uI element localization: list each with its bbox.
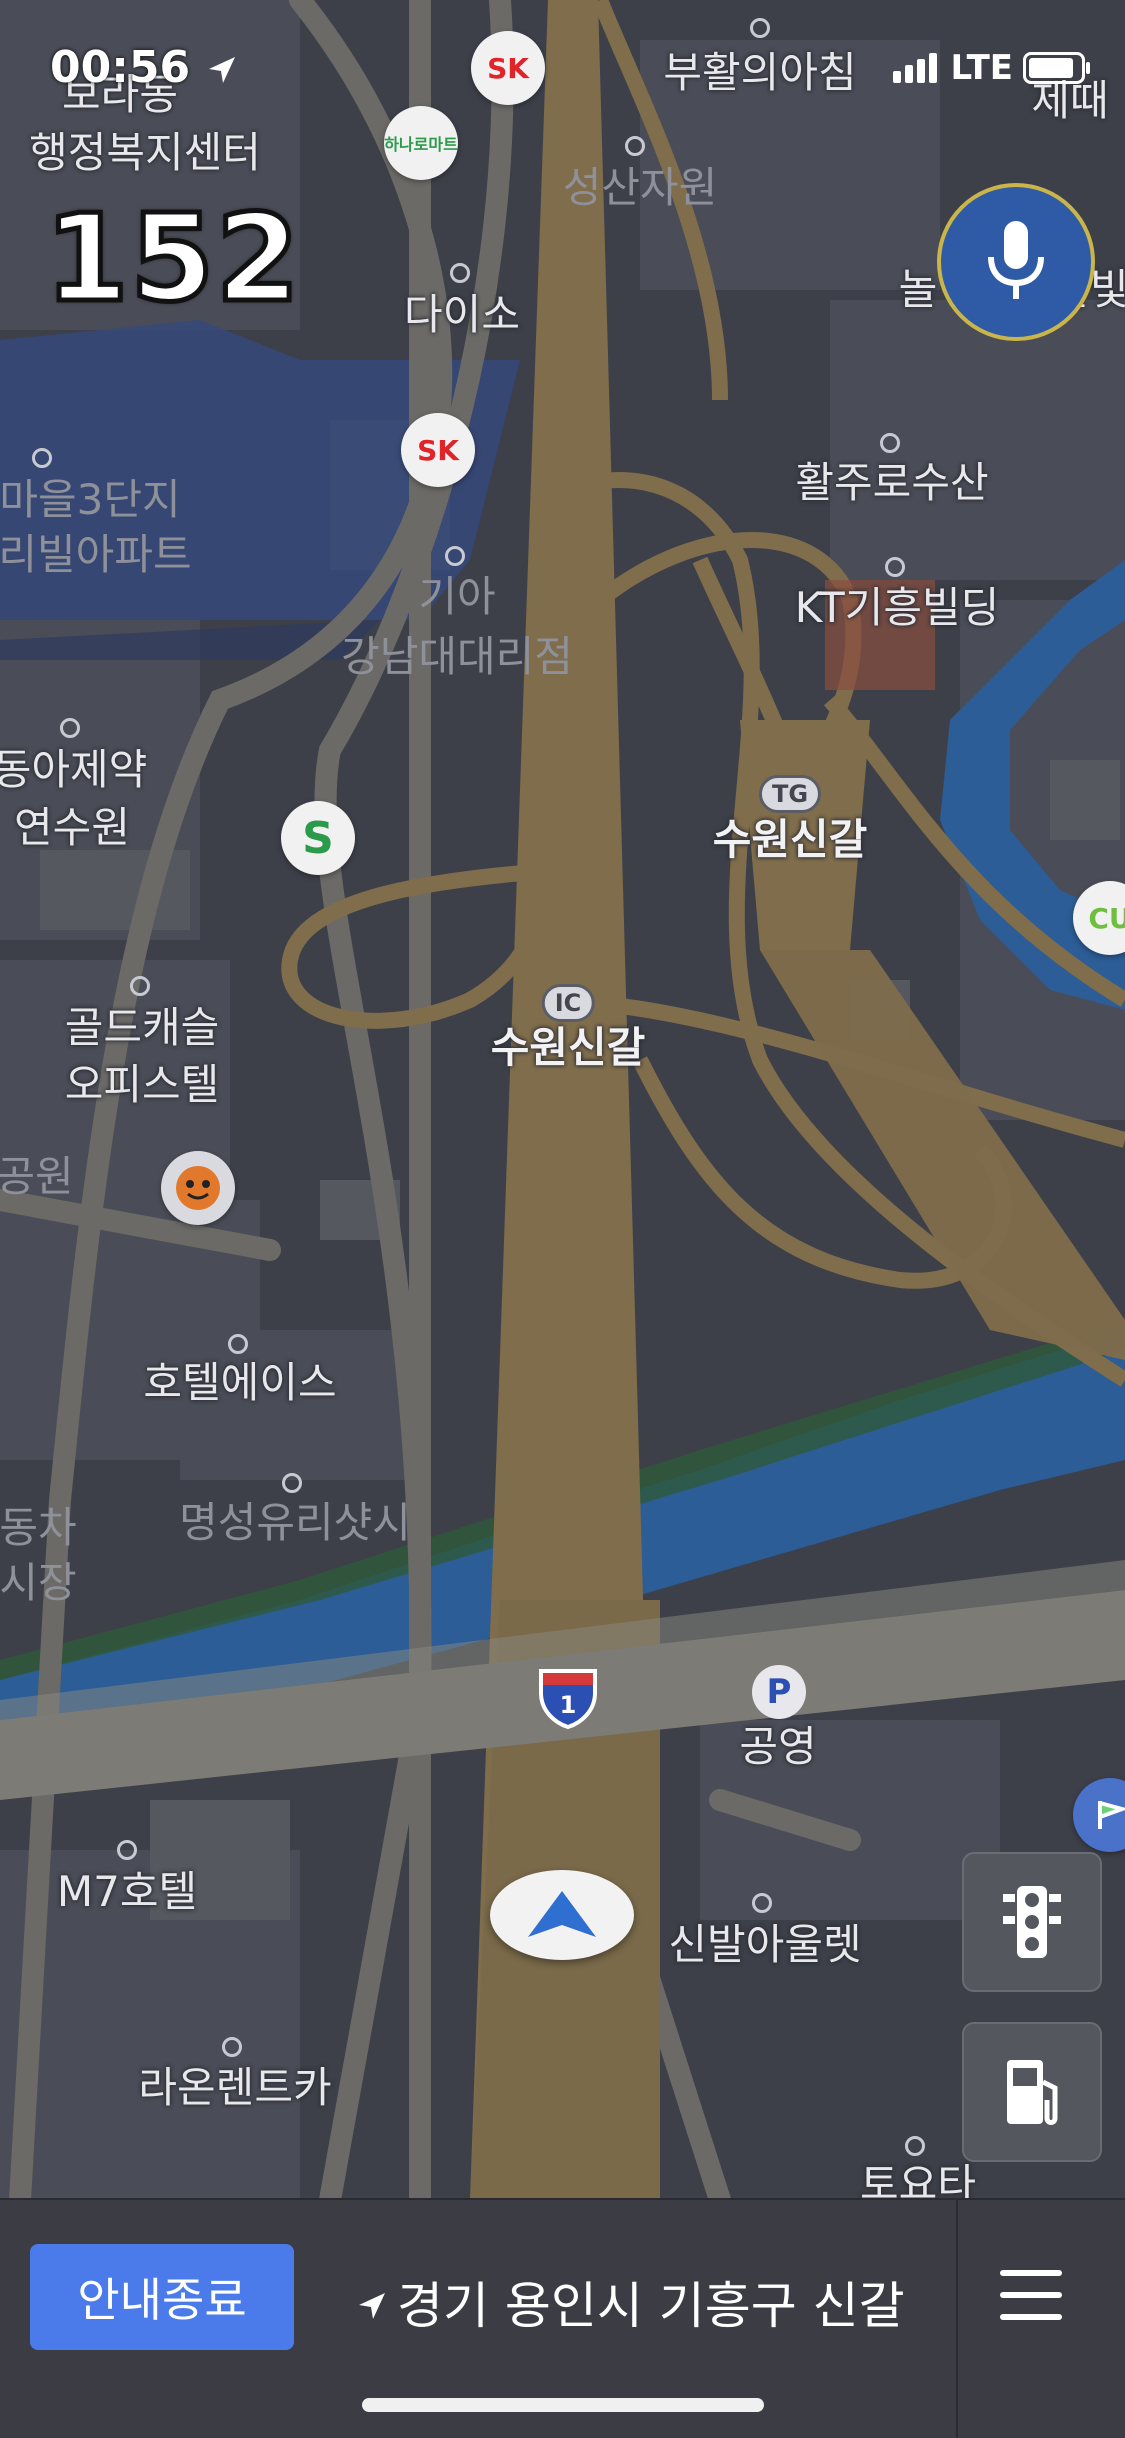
poi-dot [625, 136, 645, 156]
label-gongyeong: 공영 [739, 1722, 817, 1771]
label-donga-2: 연수원 [14, 803, 130, 852]
menu-button[interactable] [1000, 2270, 1080, 2350]
label-seongsan: 성산자원 [562, 163, 718, 212]
poi-dot [450, 263, 470, 283]
route-shield: 1 [535, 1665, 601, 1731]
poi-dot [905, 2136, 925, 2156]
end-guidance-button[interactable]: 안내종료 [30, 2244, 294, 2350]
parking-badge: P [752, 1665, 806, 1719]
label-rent: 라온렌트카 [138, 2063, 332, 2112]
speed-limit-display: 152 [43, 188, 302, 332]
label-hotel-ace: 호텔에이스 [143, 1358, 337, 1407]
label-interchange: 수원신갈 [490, 1023, 646, 1072]
poi-dot [445, 546, 465, 566]
interchange-badge: IC [541, 984, 595, 1022]
poi-dot [282, 1473, 302, 1493]
label-sinbal: 신발아울렛 [668, 1920, 862, 1969]
gas-station-icon [1007, 2060, 1058, 2125]
label-donga: 동아제약 [0, 745, 148, 794]
sk-gas-station-poi[interactable]: SK [471, 31, 545, 105]
network-type: LTE [950, 48, 1013, 88]
sk-gas-station-poi-2[interactable]: SK [401, 413, 475, 487]
poi-dot [228, 1334, 248, 1354]
route-shield-icon: 1 [539, 1669, 597, 1730]
label-nol: 놀 [898, 265, 938, 314]
location-arrow-icon [209, 57, 236, 83]
signal-icon [892, 53, 941, 83]
label-golden-2: 오피스텔 [64, 1060, 220, 1109]
label-kt: KT기흥빌딩 [794, 583, 1000, 632]
label-glass: 명성유리샷시 [179, 1498, 411, 1547]
address-text: 경기 용인시 기흥구 신갈 [397, 2277, 905, 2335]
flag-icon [1098, 1801, 1125, 1829]
poi-dot [750, 18, 770, 38]
poi-dot [60, 718, 80, 738]
poi-dot [752, 1893, 772, 1913]
poi-dot [885, 557, 905, 577]
label-hwaljuro: 활주로수산 [795, 458, 989, 507]
divider [956, 2200, 958, 2438]
label-kia: 기아 [418, 572, 496, 621]
poi-dot [32, 448, 52, 468]
status-indicators: LTE [892, 48, 1090, 88]
s-oil-poi[interactable]: S [281, 801, 355, 875]
poi-dot [130, 976, 150, 996]
voice-search-button[interactable] [937, 183, 1095, 341]
location-arrow-icon [359, 2293, 385, 2319]
face-icon [176, 1166, 220, 1210]
character-poi[interactable] [161, 1151, 235, 1225]
label-maeul: 마을3단지 [0, 475, 181, 524]
label-car-2: 시장 [0, 1558, 77, 1607]
hanaro-mart-poi[interactable]: 하나로마트 [384, 106, 458, 180]
label-golden: 골드캐슬 [64, 1003, 220, 1052]
traffic-button[interactable] [962, 1852, 1102, 1992]
label-park: 공원 [0, 1152, 74, 1201]
traffic-light-icon [1003, 1886, 1061, 1958]
poi-dot [117, 1840, 137, 1860]
current-address[interactable]: 경기 용인시 기흥구 신갈 [355, 2266, 915, 2338]
tollgate-badge: TG [758, 775, 822, 813]
poi-dot [222, 2037, 242, 2057]
gas-station-button[interactable] [962, 2022, 1102, 2162]
label-kia-dealer: 강남대대리점 [341, 632, 573, 681]
svg-text:1: 1 [560, 1691, 577, 1719]
label-daiso: 다이소 [404, 290, 520, 339]
label-admin-center: 행정복지센터 [29, 128, 261, 177]
status-time: 00:56 [50, 42, 239, 93]
label-car: 동차 [0, 1503, 77, 1552]
label-buhwal: 부활의아침 [663, 48, 857, 97]
current-position-marker [490, 1870, 634, 1960]
microphone-icon [988, 221, 1044, 299]
label-villa: 리빌아파트 [0, 530, 192, 579]
label-tollgate: 수원신갈 [712, 815, 868, 864]
poi-dot [880, 433, 900, 453]
label-m7: M7호텔 [56, 1867, 198, 1916]
battery-icon [1023, 52, 1090, 84]
navigation-arrow-icon [528, 1891, 596, 1937]
home-indicator[interactable] [362, 2398, 764, 2412]
menu-icon [1000, 2270, 1080, 2320]
